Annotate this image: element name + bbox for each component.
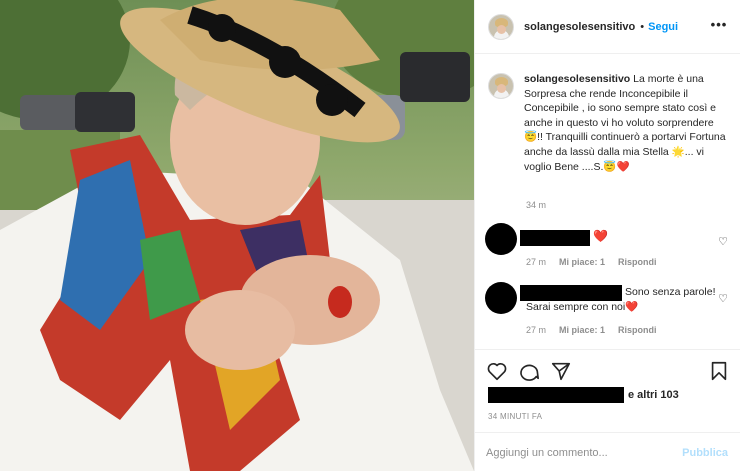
reply-button[interactable]: Rispondi (618, 325, 657, 335)
avatar[interactable] (488, 13, 514, 40)
avatar[interactable] (485, 223, 517, 255)
post-timestamp: 34 MINUTI FA (488, 412, 543, 421)
separator-dot: • (640, 20, 645, 33)
caption-timestamp: 34 m (526, 200, 547, 210)
comment-time: 27 m (526, 325, 547, 335)
redacted-likers (488, 387, 624, 403)
caption: solangesolesensitivo La morte è una Sorp… (488, 72, 733, 174)
comment-input[interactable] (486, 444, 666, 462)
caption-body: La morte è una Sorpresa che rende Inconc… (524, 73, 726, 173)
redacted-username (520, 230, 590, 246)
comment-meta: 27 m Mi piace: 1 Rispondi (526, 257, 657, 267)
likes-summary: e altri 103 (488, 386, 738, 404)
post-photo[interactable] (0, 0, 474, 471)
add-comment-bar: Pubblica (474, 432, 740, 471)
comment-meta: 27 m Mi piace: 1 Rispondi (526, 325, 657, 335)
follow-button[interactable]: Segui (648, 21, 678, 33)
comment-text: Sono senza parole! Sarai sempre con noi❤… (526, 286, 716, 313)
comment-likes[interactable]: Mi piace: 1 (559, 257, 605, 267)
heart-outline-icon[interactable] (486, 360, 508, 382)
small-heart-icon[interactable]: ♡ (717, 293, 729, 305)
ellipsis-icon[interactable]: ••• (709, 17, 729, 33)
heart-emoji: ❤️ (593, 229, 608, 243)
small-heart-icon[interactable]: ♡ (717, 236, 729, 248)
username[interactable]: solangesolesensitivo (524, 21, 635, 33)
avatar[interactable] (485, 282, 517, 314)
comment-bubble-icon[interactable] (518, 360, 540, 382)
bookmark-icon[interactable] (708, 360, 730, 382)
publish-button[interactable]: Pubblica (682, 447, 728, 459)
reply-button[interactable]: Rispondi (618, 257, 657, 267)
comment-likes[interactable]: Mi piace: 1 (559, 325, 605, 335)
action-bar (474, 349, 740, 387)
avatar[interactable] (488, 73, 514, 99)
comment-time: 27 m (526, 257, 547, 267)
post-header: solangesolesensitivo • Segui ••• (475, 0, 740, 54)
likes-count[interactable]: e altri 103 (628, 389, 679, 401)
paper-plane-icon[interactable] (550, 360, 572, 382)
comment-item: ♡ Sono senza parole! Sarai sempre con no… (483, 282, 733, 342)
caption-text: solangesolesensitivo La morte è una Sorp… (524, 72, 732, 174)
caption-username[interactable]: solangesolesensitivo (524, 73, 630, 85)
comment-item: ❤️ ♡ 27 m Mi piace: 1 Rispondi (483, 223, 733, 273)
